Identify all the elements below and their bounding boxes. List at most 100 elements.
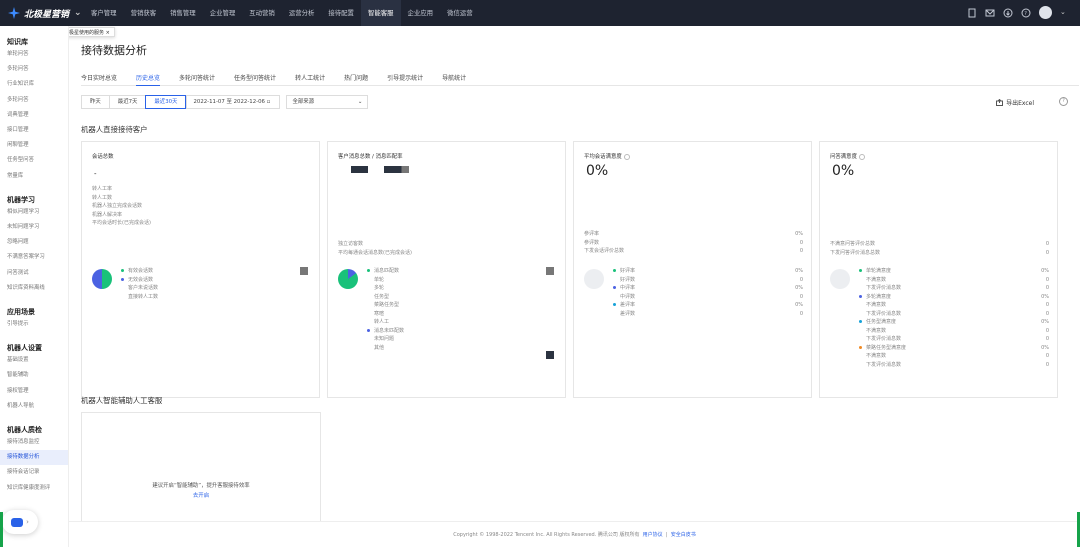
enable-assist-link[interactable]: 去开启 [82, 491, 320, 499]
tab-item[interactable]: 引导提示统计 [387, 73, 423, 86]
tab-item[interactable]: 转人工统计 [295, 73, 325, 86]
card-title: 会话总数 [92, 154, 114, 160]
sidebar-item[interactable]: 接权管理 [0, 384, 68, 399]
legend-value: 0% [1041, 268, 1049, 274]
sidebar-item[interactable]: 引导提示 [0, 317, 68, 332]
sidebar-item[interactable]: 问答测试 [0, 266, 68, 281]
filter-30days-button[interactable]: 最近30天 [145, 95, 187, 109]
tab-bar: 今日实时总览 历史总览 多轮问答统计 任务型问答统计 转人工统计 热门问题 引导提示统计 导航… [81, 73, 1079, 86]
qa-donut-chart [830, 269, 850, 289]
legend-left: 不满意数 [859, 276, 886, 285]
legend-left: 下发评价消息数 [859, 335, 901, 344]
source-select[interactable]: 全部来源 ⌄ [286, 95, 369, 109]
tab-item[interactable]: 任务型问答统计 [234, 73, 276, 86]
sidebar-item[interactable]: 接待数据分析 [0, 450, 68, 466]
mail-icon[interactable] [985, 8, 995, 18]
filter-7days-button[interactable]: 最近7天 [108, 95, 147, 109]
sidebar-item[interactable]: 多轮问答 [0, 62, 68, 77]
legend-dot [367, 346, 370, 349]
help-icon[interactable]: ? [1059, 97, 1068, 106]
sidebar-item[interactable]: 忽略问题 [0, 235, 68, 250]
tab-item[interactable]: 导航统计 [442, 73, 466, 86]
sidebar-item[interactable]: 多轮问答 [0, 93, 68, 108]
robot-assistant-button[interactable]: › [2, 510, 38, 534]
legend-left: 不满意数 [859, 301, 886, 310]
nav-item[interactable]: 企业应用 [401, 0, 441, 26]
tab-item[interactable]: 热门问题 [344, 73, 368, 86]
legend-label: 单轮满意度 [866, 268, 892, 274]
tab-item[interactable]: 今日实时总览 [81, 73, 117, 86]
sidebar-item[interactable]: 智能辅助 [0, 368, 68, 383]
legend-dot [859, 345, 862, 349]
download-icon[interactable] [1003, 8, 1013, 18]
legend-dot [613, 269, 616, 272]
legend-value: 0 [1045, 276, 1049, 283]
nav-item[interactable]: 智能客服 [360, 0, 401, 26]
qa-satisfaction-card: 问答满意度 0% 不满意问答评价总数 0 下发问答评价消息总数 0 单轮满意度 0% 不满… [819, 141, 1058, 398]
sidebar-item[interactable]: 词典管理 [0, 108, 68, 123]
session-total-value: - [94, 170, 97, 178]
user-agreement-link[interactable]: 用户协议 [643, 532, 663, 538]
export-excel-button[interactable]: 导出Excel [996, 98, 1034, 107]
sidebar-item[interactable]: 基础设置 [0, 353, 68, 368]
nav-item[interactable]: 微信运营 [440, 0, 480, 26]
legend-item: 下发评价消息数 0 [859, 310, 1049, 319]
sidebar-item[interactable]: 不满意答案学习 [0, 250, 68, 265]
legend-label: 好评率 [620, 268, 636, 274]
filter-bar: 昨天 最近7天 最近30天 2022-11-07 至 2022-12-06 ▫ … [81, 95, 369, 109]
legend-label: 寒暄 [374, 310, 385, 317]
sidebar-item[interactable]: 闲聊管理 [0, 138, 68, 153]
legend-left: 下发评价消息数 [859, 361, 901, 370]
sidebar-item[interactable]: 单轮问答 [0, 47, 68, 62]
qa-satisfaction-value: 0% [832, 163, 855, 179]
sidebar-item[interactable]: 接待消息监控 [0, 435, 68, 450]
tab-item[interactable]: 多轮问答统计 [179, 73, 215, 86]
legend-item: 直接转人工数 [121, 293, 158, 302]
help-icon[interactable] [858, 153, 865, 160]
nav-item[interactable]: 客户管理 [84, 0, 124, 26]
sidebar-item[interactable]: 行业知识库 [0, 77, 68, 92]
nav-item[interactable]: 互动营销 [242, 0, 282, 26]
sidebar-item[interactable]: 知识库健康度测评 [0, 481, 68, 496]
sidebar-item[interactable]: 接待会话记录 [0, 465, 68, 480]
calendar-icon: ▫ [266, 99, 271, 105]
nav-item[interactable]: 接待配置 [321, 0, 361, 26]
session-satisfaction-card: 平均会话满意度 0% 参评率 0% 参评数 0 下发会话评价总数 0 好评率 0% 好评数 0 中… [573, 141, 812, 398]
metric-label: 机器人独立完成会话数 [92, 203, 143, 209]
tab-item[interactable]: 历史总览 [136, 73, 161, 86]
metric-value: 0 [799, 239, 803, 246]
nav-item[interactable]: 企业管理 [203, 0, 243, 26]
nav-item[interactable]: 销售管理 [163, 0, 203, 26]
help-icon[interactable] [623, 153, 630, 160]
avatar[interactable] [1039, 6, 1052, 19]
security-whitepaper-link[interactable]: 安全白皮书 [671, 532, 696, 538]
legend-item: 单轮 [367, 276, 404, 285]
sidebar-item[interactable]: 接口管理 [0, 123, 68, 138]
sidebar-item[interactable]: 机器人导航 [0, 399, 68, 414]
sidebar-item[interactable]: 知识库资料离线 [0, 281, 68, 296]
legend-item: 中评率 0% [613, 284, 803, 293]
sidebar-item[interactable]: 相似问题学习 [0, 205, 68, 220]
legend-label: 任务型 [374, 293, 390, 300]
nav-item[interactable]: 营销获客 [124, 0, 164, 26]
legend-dot [367, 286, 370, 289]
legend-item: 消息匹配数 [367, 267, 404, 276]
metric-row: 下发会话评价总数 0 [584, 247, 803, 256]
message-total-card: 客户消息总数 / 消息匹配率 独立访客数 平均每通会话消息数(已完成会话) 消息匹… [327, 141, 566, 398]
date-range-value: 2022-11-07 至 2022-12-06 [193, 99, 265, 105]
sidebar-item[interactable]: 未知问题学习 [0, 220, 68, 235]
legend-dot [367, 320, 370, 323]
legend-left: 下发评价消息数 [859, 310, 901, 319]
nav-item[interactable]: 运营分析 [282, 0, 322, 26]
sidebar-item[interactable]: 常量库 [0, 169, 68, 184]
filter-yesterday-button[interactable]: 昨天 [81, 95, 110, 109]
document-icon[interactable] [967, 8, 977, 18]
chevron-down-icon[interactable]: ⌄ [1060, 8, 1070, 18]
card-title-text: 问答满意度 [830, 154, 857, 160]
help-icon[interactable]: ? [1021, 8, 1031, 18]
date-range-picker[interactable]: 2022-11-07 至 2022-12-06 ▫ [186, 95, 281, 109]
chevron-down-icon[interactable]: ⌄ [74, 8, 82, 18]
brand-logo[interactable]: 北极星营销 ⌄ [0, 7, 84, 20]
card2-metrics: 独立访客数 平均每通会话消息数(已完成会话) [338, 240, 412, 257]
sidebar-item[interactable]: 任务型问答 [0, 153, 68, 168]
